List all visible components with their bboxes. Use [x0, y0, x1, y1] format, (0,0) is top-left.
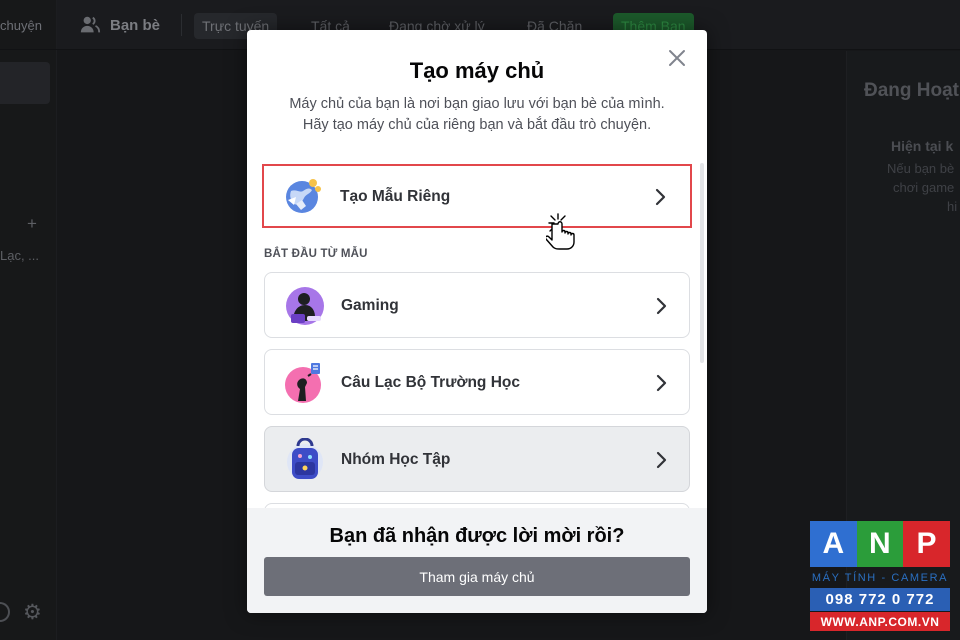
modal-title: Tạo máy chủ: [409, 58, 545, 83]
modal-subtitle-line: Hãy tạo máy chủ của riêng bạn và bắt đầu…: [302, 117, 652, 133]
create-server-modal: Tạo máy chủ Máy chủ của bạn là nơi bạn g…: [247, 30, 707, 613]
template-study-group-label: Nhóm Học Tập: [341, 451, 451, 468]
add-dm-button[interactable]: +: [27, 214, 37, 234]
sidebar-top-text[interactable]: chuyện: [0, 0, 57, 50]
headset-icon[interactable]: [0, 602, 10, 622]
create-own-option[interactable]: Tạo Mẫu Riêng: [262, 164, 692, 228]
active-now-text-line: hi: [947, 199, 958, 214]
click-cursor-icon: [546, 213, 575, 250]
template-gaming[interactable]: Gaming: [264, 272, 690, 338]
active-now-text-line: Nếu bạn bè: [887, 161, 955, 176]
chevron-right-icon: [656, 451, 667, 469]
invite-question: Bạn đã nhận được lời mời rồi?: [329, 525, 625, 547]
topbar-divider: [181, 14, 182, 36]
globe-icon: [286, 179, 321, 213]
sidebar-selected-item[interactable]: [0, 62, 50, 104]
anp-phone: 098 772 0 772: [810, 588, 950, 611]
join-server-button[interactable]: Tham gia máy chủ: [264, 557, 690, 596]
scrollbar[interactable]: [700, 163, 704, 363]
sidebar-item-truncated[interactable]: Lạc, ...: [0, 248, 39, 263]
anp-letter-a: A: [810, 521, 857, 567]
chevron-right-icon: [655, 188, 666, 206]
anp-letter-p: P: [903, 521, 950, 567]
modal-subtitle: Máy chủ của bạn là nơi bạn giao lưu với …: [247, 94, 707, 136]
template-school-club-label: Câu Lạc Bộ Trường Học: [341, 374, 520, 391]
backpack-icon: [287, 438, 323, 480]
template-study-group[interactable]: Nhóm Học Tập: [264, 426, 690, 492]
template-gaming-label: Gaming: [341, 297, 399, 314]
gear-icon[interactable]: ⚙: [23, 600, 42, 625]
chevron-right-icon: [656, 374, 667, 392]
active-now-subtitle: Hiện tại k: [891, 138, 954, 154]
modal-footer: Bạn đã nhận được lời mời rồi? Tham gia m…: [247, 508, 707, 613]
modal-subtitle-line: Máy chủ của bạn là nơi bạn giao lưu với …: [289, 96, 665, 112]
anp-letters: A N P: [810, 521, 950, 567]
gaming-icon: [286, 287, 324, 325]
anp-tagline: MÁY TÍNH - CAMERA: [811, 572, 949, 584]
active-now-text-line: chơi game: [893, 180, 955, 195]
channel-sidebar: chuyện + Lạc, ... ⚙: [0, 0, 57, 640]
friends-icon: [80, 16, 101, 33]
school-club-icon: [285, 363, 321, 403]
create-own-label: Tạo Mẫu Riêng: [340, 188, 451, 205]
chevron-right-icon: [656, 297, 667, 315]
anp-website: WWW.ANP.COM.VN: [810, 612, 950, 631]
template-school-club[interactable]: Câu Lạc Bộ Trường Học: [264, 349, 690, 415]
section-label: BẮT ĐẦU TỪ MẪU: [264, 248, 368, 260]
friends-title: Bạn bè: [110, 17, 161, 34]
anp-letter-n: N: [856, 521, 904, 567]
active-now-title: Đang Hoạt: [864, 80, 959, 101]
anp-watermark-logo: A N P MÁY TÍNH - CAMERA 098 772 0 772 WW…: [810, 521, 950, 633]
